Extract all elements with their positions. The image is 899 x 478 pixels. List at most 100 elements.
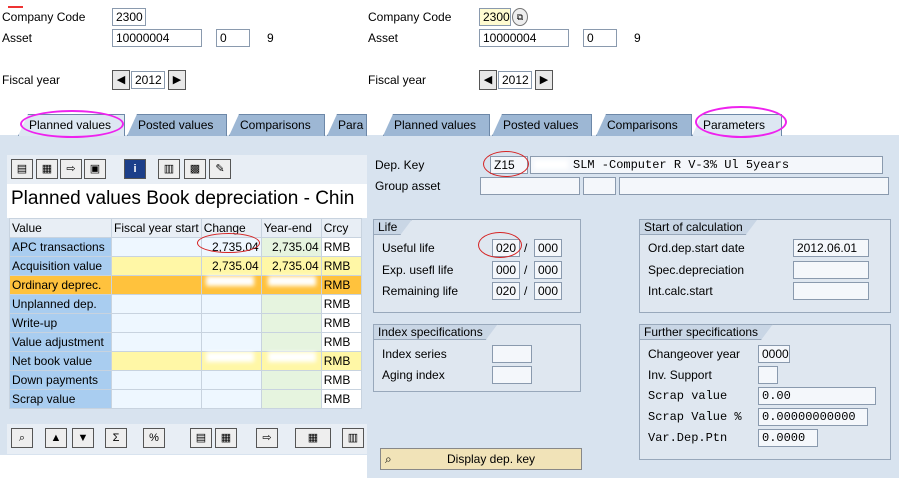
cell-change (200, 332, 262, 352)
spreadsheet-button[interactable]: ▦ (215, 428, 237, 448)
index-series-label: Index series (382, 347, 447, 361)
subtotal-button[interactable]: % (143, 428, 165, 448)
asset-extra: 9 (267, 31, 274, 45)
index-series-field[interactable] (492, 345, 532, 363)
table-header-row: Value Fiscal year start Change Year-end … (9, 218, 362, 238)
next-year-button[interactable]: ▶ (535, 70, 553, 90)
col-year-end[interactable]: Year-end (260, 218, 322, 238)
left-tab-parameters[interactable]: Para (327, 114, 367, 136)
cell-start (111, 351, 202, 371)
magnifier-icon: ⌕ (385, 452, 392, 466)
export-icon: ⇨ (66, 163, 76, 175)
spec-dep-label: Spec.depreciation (648, 263, 745, 277)
highlight-planned-values (20, 110, 124, 138)
copy-icon: ⧉ (516, 12, 524, 22)
export-button[interactable]: ⇨ (60, 159, 82, 179)
change-layout-button[interactable]: ▥ (342, 428, 364, 448)
spec-dep-field[interactable] (793, 261, 869, 279)
redacted-area (268, 276, 316, 286)
print-preview-button[interactable]: ▤ (190, 428, 212, 448)
ord-dep-field[interactable]: 2012.06.01 (793, 239, 869, 257)
inv-support-field[interactable] (758, 366, 778, 384)
exp-life-years[interactable]: 000 (492, 261, 520, 279)
left-tab-posted-values[interactable]: Posted values (127, 114, 227, 136)
table-row[interactable]: Down payments RMB (9, 370, 362, 390)
sort-asc-icon: ▲ (50, 432, 62, 444)
col-value[interactable]: Value (9, 218, 112, 238)
row-label: Down payments (9, 370, 112, 390)
cell-start (111, 294, 202, 314)
exp-life-periods[interactable]: 000 (534, 261, 562, 279)
sort-button[interactable]: ▣ (84, 159, 106, 179)
highlight-useful-life (478, 232, 522, 258)
cell-end: 2,735.04 (260, 237, 322, 257)
index-group-title: Index specifications (373, 324, 498, 340)
remaining-life-periods[interactable]: 000 (534, 282, 562, 300)
filter-icon: ▼ (77, 432, 89, 444)
cell-end (260, 313, 322, 333)
details-button[interactable]: ▤ (11, 159, 33, 179)
cell-end: 2,735.04 (260, 256, 322, 276)
asset-sub-field[interactable]: 0 (216, 29, 250, 47)
redacted-area (268, 352, 316, 362)
table-row[interactable]: Value adjustment RMB (9, 332, 362, 352)
value-help-button[interactable]: ⧉ (512, 8, 528, 26)
table-row[interactable]: Acquisition value 2,735.04 2,735.04 RMB (9, 256, 362, 276)
company-code-field[interactable]: 2300 (479, 8, 511, 26)
ord-dep-label: Ord.dep.start date (648, 241, 745, 255)
aging-index-label: Aging index (382, 368, 445, 382)
asset-sub-field[interactable]: 0 (583, 29, 617, 47)
var-dep-field[interactable]: 0.0000 (758, 429, 818, 447)
row-label: Acquisition value (9, 256, 112, 276)
useful-life-periods[interactable]: 000 (534, 239, 562, 257)
next-year-button[interactable]: ▶ (168, 70, 186, 90)
asset-main-field[interactable]: 10000004 (479, 29, 569, 47)
sum-button[interactable]: Σ (105, 428, 127, 448)
fiscal-year-field[interactable]: 2012 (131, 71, 165, 89)
scrap-value-field[interactable]: 0.00 (758, 387, 876, 405)
col-fiscal-year-start[interactable]: Fiscal year start (111, 218, 202, 238)
group-asset-sub-field[interactable] (583, 177, 616, 195)
aging-index-field[interactable] (492, 366, 532, 384)
layout-button[interactable]: ▦ (295, 428, 331, 448)
dep-key-label: Dep. Key (375, 158, 425, 172)
calculator-icon: ▩ (189, 163, 201, 175)
table-row[interactable]: Write-up RMB (9, 313, 362, 333)
int-calc-field[interactable] (793, 282, 869, 300)
table-row[interactable]: Unplanned dep. RMB (9, 294, 362, 314)
right-tab-planned-values[interactable]: Planned values (383, 114, 490, 136)
sort-asc-button[interactable]: ▲ (45, 428, 67, 448)
chart-icon: ▥ (163, 163, 175, 175)
right-tab-posted-values[interactable]: Posted values (492, 114, 592, 136)
remaining-life-years[interactable]: 020 (492, 282, 520, 300)
asset-main-field[interactable]: 10000004 (112, 29, 202, 47)
chart-button[interactable]: ▥ (158, 159, 180, 179)
slash: / (524, 284, 528, 298)
group-asset-field[interactable] (480, 177, 580, 195)
fiscal-year-field[interactable]: 2012 (498, 71, 532, 89)
table-row[interactable]: APC transactions 2,735.04 2,735.04 RMB (9, 237, 362, 257)
col-crcy[interactable]: Crcy (320, 218, 362, 238)
filter-button[interactable]: ▼ (72, 428, 94, 448)
company-code-label: Company Code (2, 10, 86, 24)
info-button[interactable]: i (124, 159, 146, 179)
right-tab-comparisons[interactable]: Comparisons (596, 114, 692, 136)
changeover-field[interactable]: 0000 (758, 345, 790, 363)
left-tab-comparisons[interactable]: Comparisons (229, 114, 325, 136)
redacted-area (258, 10, 368, 20)
table-row[interactable]: Scrap value RMB (9, 389, 362, 409)
company-code-field[interactable]: 2300 (112, 8, 146, 26)
zoom-button[interactable]: ⌕ (11, 428, 33, 448)
display-dep-key-button[interactable]: ⌕ Display dep. key (380, 448, 582, 470)
export-list-button[interactable]: ⇨ (256, 428, 278, 448)
prev-year-button[interactable]: ◀ (112, 70, 130, 90)
cell-start (111, 370, 202, 390)
print-button[interactable]: ▦ (36, 159, 58, 179)
prev-year-button[interactable]: ◀ (479, 70, 497, 90)
cell-crcy: RMB (320, 256, 362, 276)
scrap-pct-field[interactable]: 0.00000000000 (758, 408, 868, 426)
cell-start (111, 275, 202, 295)
row-label: Write-up (9, 313, 112, 333)
note-button[interactable]: ✎ (209, 159, 231, 179)
calculator-button[interactable]: ▩ (184, 159, 206, 179)
